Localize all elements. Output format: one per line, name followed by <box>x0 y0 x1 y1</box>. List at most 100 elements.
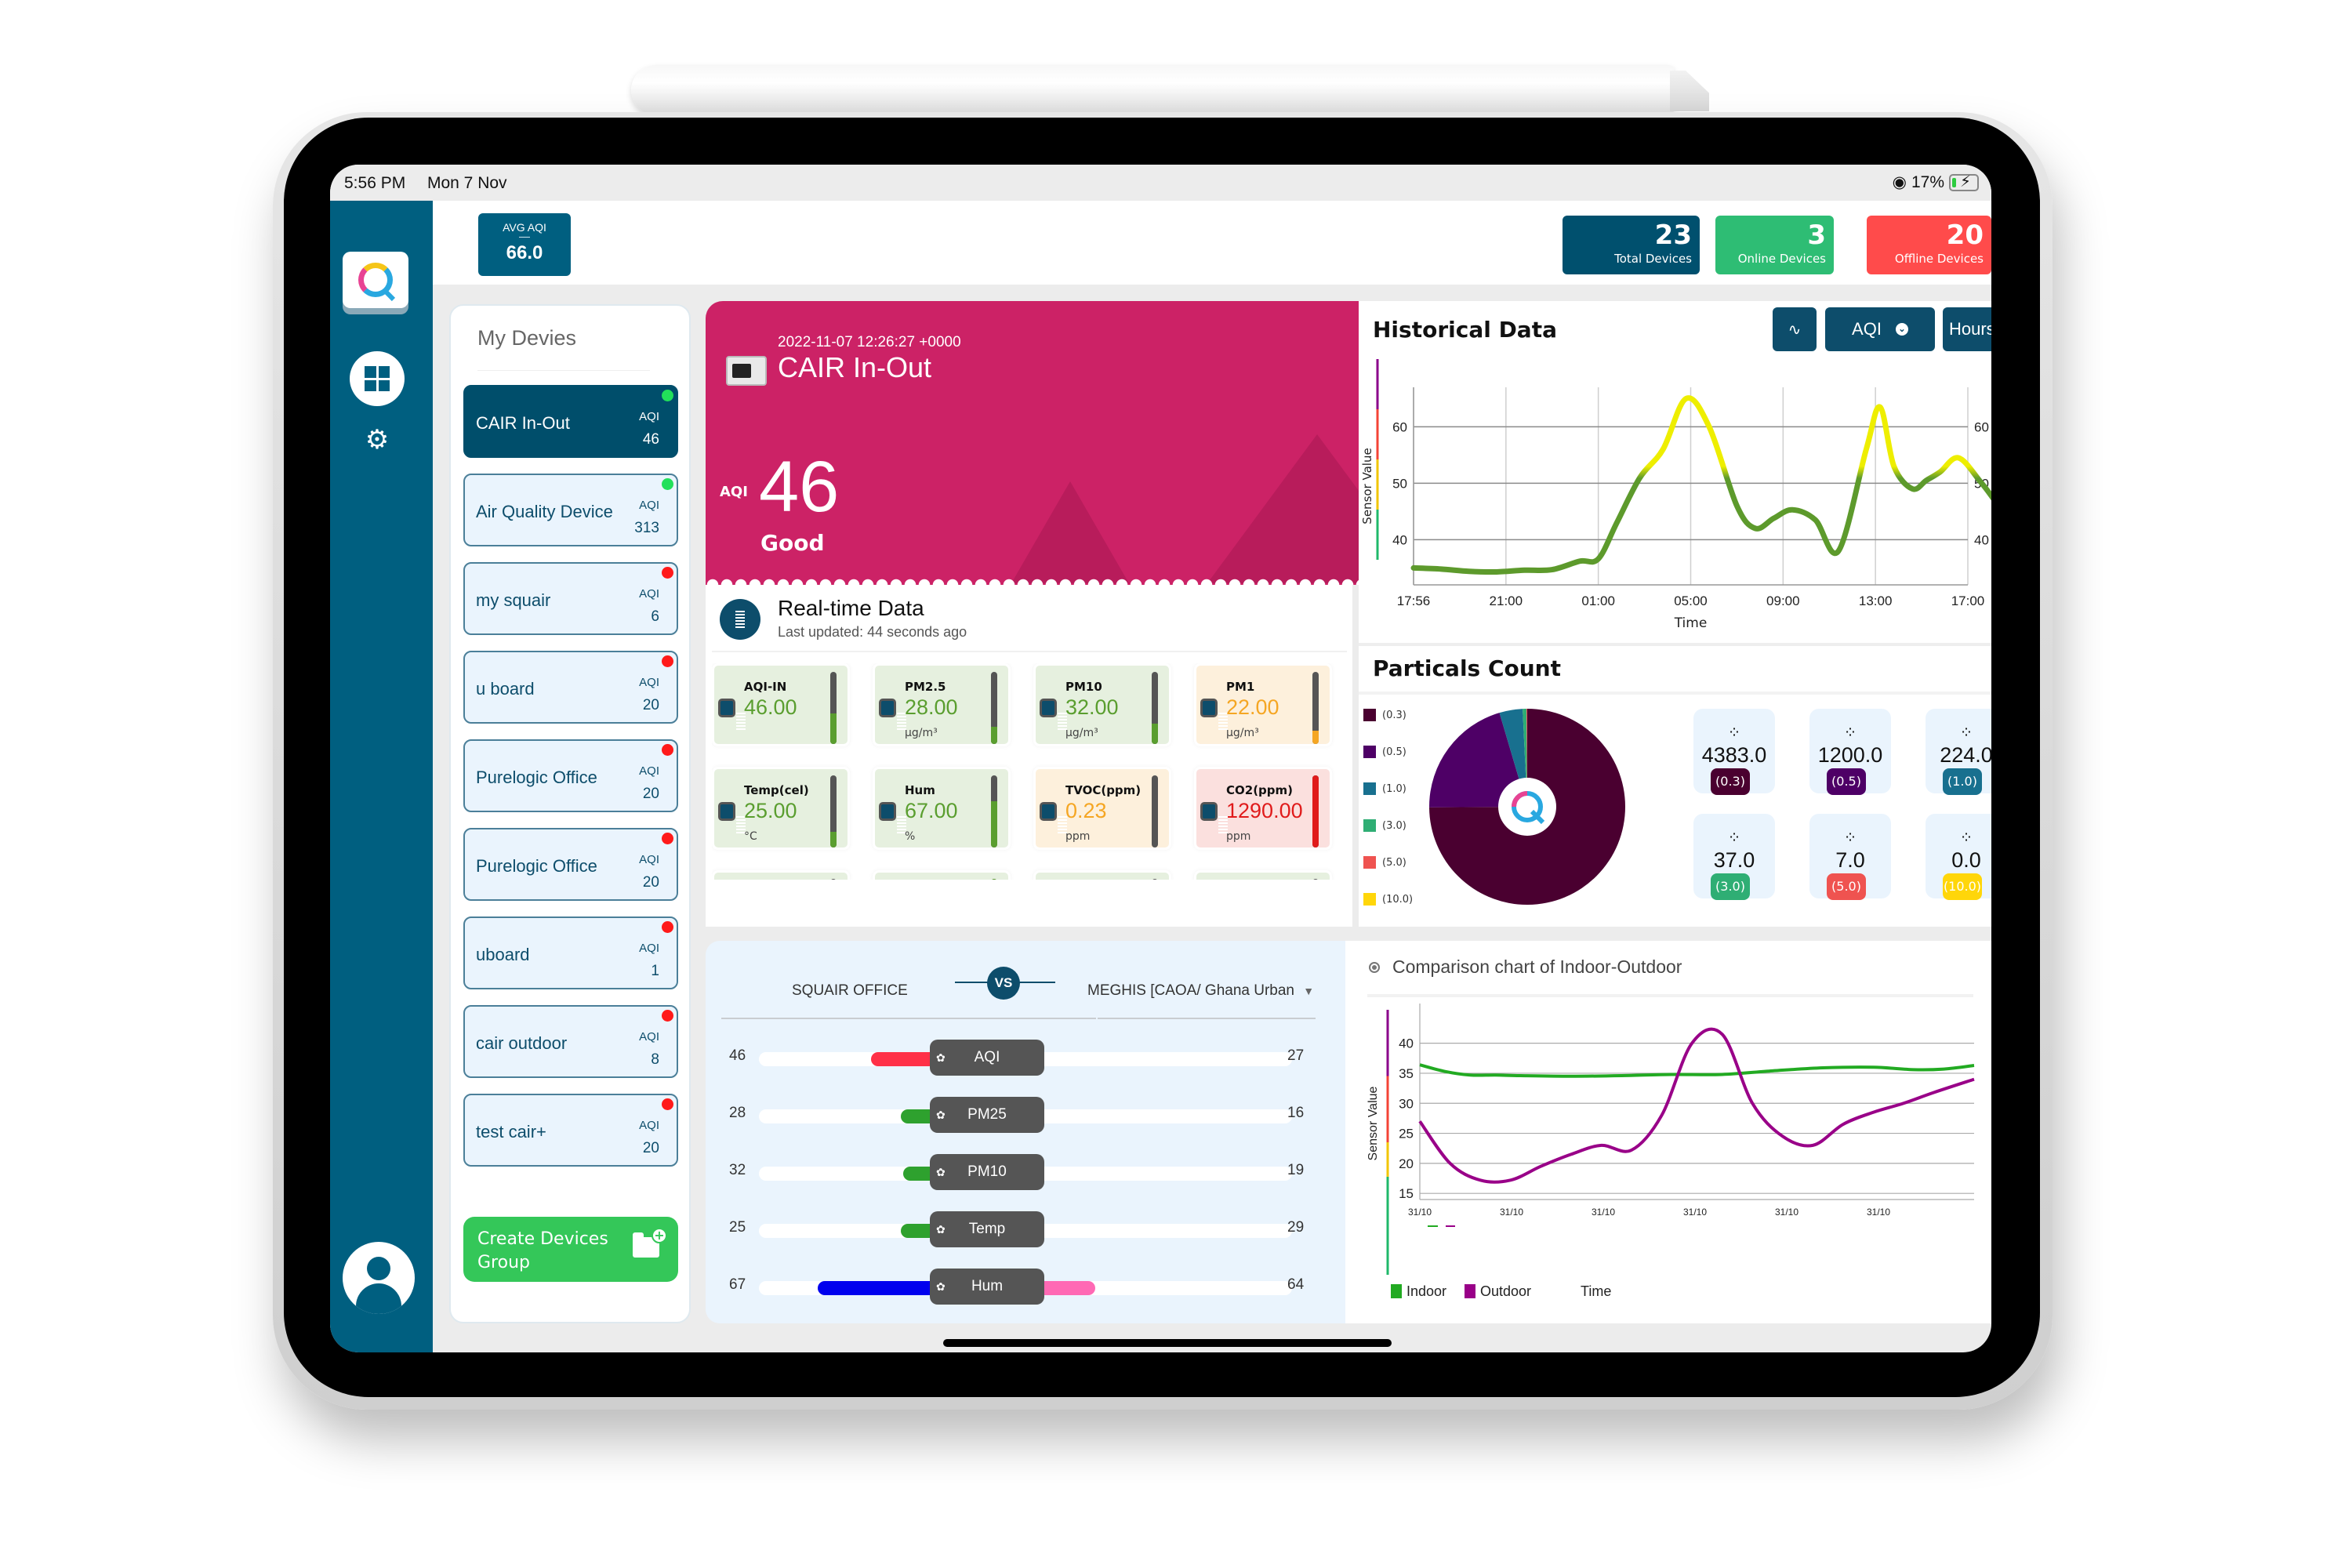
y-tick-label: 15 <box>1399 1186 1414 1201</box>
range-select[interactable]: Hours 2 ⌄ <box>1943 307 1991 351</box>
device-comparison-panel: SQUAIR OFFICE VS MEGHIS [CAOA/ Ghana Urb… <box>706 941 1345 1323</box>
sensor-icon <box>1200 802 1228 833</box>
device-card[interactable]: test cair+ AQI 20 <box>463 1094 678 1167</box>
right-value: 64 <box>1287 1276 1305 1293</box>
status-time: 5:56 PM <box>344 174 406 192</box>
device-name: Air Quality Device <box>476 502 613 521</box>
legend-swatch <box>1363 856 1376 869</box>
sensor-tile[interactable]: AQI-IN 46.00 <box>712 663 850 746</box>
legend-item: (5.0) <box>1363 856 1406 869</box>
sensor-value: 0.23 <box>1065 799 1107 822</box>
total-devices-card[interactable]: 23 Total Devices <box>1563 216 1700 274</box>
current-aqi-card: 2022-11-07 12:26:27 +0000 CAIR In-Out AQ… <box>706 301 1359 585</box>
sensor-tile[interactable]: PM2.5 28.00 µg/m³ <box>873 663 1011 746</box>
vs-badge: VS <box>987 967 1020 1000</box>
home-indicator[interactable] <box>943 1339 1392 1347</box>
device-card[interactable]: Purelogic Office AQI 20 <box>463 739 678 812</box>
app-logo[interactable] <box>343 252 408 308</box>
sensor-value: 1290.00 <box>1226 799 1303 822</box>
sensor-tile[interactable]: Hum 67.00% <box>873 767 1011 850</box>
parameter-select[interactable]: AQI ⌄ <box>1825 307 1935 351</box>
sensor-label: PM2.5 <box>905 680 946 694</box>
legend-swatch <box>1363 746 1376 758</box>
particle-count: 224.0 <box>1940 743 1991 767</box>
aqi-label: AQI <box>720 484 748 500</box>
sensor-tile[interactable]: TVOC(ppm) 0.23 ppm <box>1033 767 1171 850</box>
sensor-icon <box>1040 802 1067 833</box>
indoor-outdoor-title: Comparison chart of Indoor-Outdoor <box>1392 956 1682 977</box>
status-bar: 5:56 PM Mon 7 Nov ◉ 17% ⚡︎ <box>330 165 1991 201</box>
y-tick-label: 40 <box>1399 1036 1414 1051</box>
radio-icon[interactable] <box>1369 962 1380 973</box>
device-card[interactable]: Air Quality Device AQI 313 <box>463 474 678 546</box>
sensor-label: Hum <box>905 783 935 797</box>
user-icon <box>367 1257 390 1280</box>
tablet-screen: 5:56 PM Mon 7 Nov ◉ 17% ⚡︎ ⚙ AVG AQI 66.… <box>330 165 1991 1352</box>
sensor-tile[interactable]: PM10 32.00 µg/m³ <box>1033 663 1171 746</box>
device-card[interactable]: u board AQI 20 <box>463 651 678 724</box>
chart-type-button[interactable]: ∿ <box>1773 307 1817 351</box>
realtime-tiles[interactable]: AQI-IN 46.00 PM2.5 28.00 µg/m³ PM10 32.00 µg/m³… <box>712 663 1348 880</box>
sensor-icon <box>879 802 906 833</box>
battery-percent: 17% <box>1911 172 1944 191</box>
device-name: my squair <box>476 590 551 610</box>
comparison-row: 46 ✿ AQI 27 <box>706 1040 1345 1077</box>
legend-swatch <box>1363 782 1376 795</box>
sensor-unit: µg/m³ <box>905 727 938 739</box>
profile-avatar[interactable] <box>343 1242 415 1314</box>
historical-chart[interactable]: 17:56 21:00 01:00 05:00 09:00 13:00 17:00 40 40 5… <box>1359 356 1991 643</box>
particles-panel: Particals Count (0.3) (0.5) (1.0) (3.0) (5.0… <box>1359 643 1991 927</box>
particles-icon: ⁘ <box>1727 828 1741 847</box>
sensor-tile[interactable]: CO2(ppm) 1290.00 ppm <box>1194 767 1332 850</box>
right-device-select[interactable]: MEGHIS [CAOA/ Ghana Urban ▼ <box>1087 982 1330 1000</box>
legend-label: (0.3) <box>1382 709 1406 721</box>
nav-dashboard[interactable] <box>350 351 405 406</box>
online-status-dot <box>662 390 673 401</box>
nav-settings[interactable]: ⚙ <box>363 426 391 454</box>
device-card[interactable]: cair outdoor AQI 8 <box>463 1005 678 1078</box>
indoor-outdoor-chart[interactable]: 15 20 25 30 35 40 31/10 31/10 31/10 31/10 31/10 31/… <box>1345 1004 1991 1323</box>
sensor-tile[interactable]: Temp(cel) 25.00 °C <box>712 767 850 850</box>
device-aqi-value: 20 <box>642 874 659 891</box>
legend-label: Outdoor <box>1480 1283 1531 1299</box>
particles-pie-chart[interactable] <box>1421 701 1633 913</box>
left-value: 25 <box>729 1219 746 1236</box>
device-card[interactable]: CAIR In-Out AQI 46 <box>463 385 678 458</box>
device-card[interactable]: my squair AQI 6 <box>463 562 678 635</box>
device-name: Purelogic Office <box>476 768 597 787</box>
device-aqi-label: AQI <box>639 499 659 512</box>
sensor-level-bar <box>1312 879 1319 880</box>
create-devices-group-button[interactable]: Create Devices Group + <box>463 1217 678 1282</box>
device-card[interactable]: uboard AQI 1 <box>463 916 678 989</box>
device-aqi-value: 20 <box>642 1140 659 1156</box>
sensor-tile[interactable]: PM1 22.00 µg/m³ <box>1194 663 1332 746</box>
y-tick-label: 20 <box>1399 1156 1414 1171</box>
legend-label: (10.0) <box>1382 893 1414 906</box>
offline-devices-card[interactable]: 20 Offline Devices <box>1867 216 1991 274</box>
particles-icon: ⁘ <box>1843 723 1857 742</box>
parameter-name: AQI <box>974 1049 1000 1065</box>
parameter-name: PM25 <box>967 1106 1007 1123</box>
sensor-tile[interactable]: AQI-IN(F)308.00 <box>873 870 1011 880</box>
sensor-icon <box>879 699 906 730</box>
parameter-name: Temp <box>968 1221 1006 1237</box>
device-card[interactable]: Purelogic Office AQI 20 <box>463 828 678 901</box>
device-aqi-value: 20 <box>642 697 659 713</box>
y-tick-label: 30 <box>1399 1096 1414 1111</box>
x-tick-label: 01:00 <box>1581 593 1615 608</box>
sensor-icon <box>1040 699 1067 730</box>
left-device-name: SQUAIR OFFICE <box>792 982 908 999</box>
parameter-pill: ✿ AQI <box>930 1040 1044 1076</box>
online-devices-card[interactable]: 3 Online Devices <box>1715 216 1834 274</box>
sensor-tile[interactable]: CI10.00 <box>1194 870 1332 880</box>
sensor-tile[interactable]: AQI-IN(s)47.00 <box>1033 870 1171 880</box>
comparison-row: 25 ✿ Temp 29 <box>706 1211 1345 1249</box>
line-chart-icon: ∿ <box>1788 321 1802 339</box>
particles-icon: ⁘ <box>1727 723 1741 742</box>
device-list[interactable]: CAIR In-Out AQI 46 Air Quality Device AQI 313… <box>463 385 680 1177</box>
folder-plus-icon: + <box>633 1228 667 1258</box>
right-device-name: MEGHIS [CAOA/ Ghana Urban <box>1087 982 1294 999</box>
particle-count-card: ⁘ 37.0 (3.0) <box>1693 814 1775 900</box>
sensor-tile[interactable]: Temp(Fer)77.00 <box>712 870 850 880</box>
sensor-unit: ppm <box>1226 830 1251 843</box>
